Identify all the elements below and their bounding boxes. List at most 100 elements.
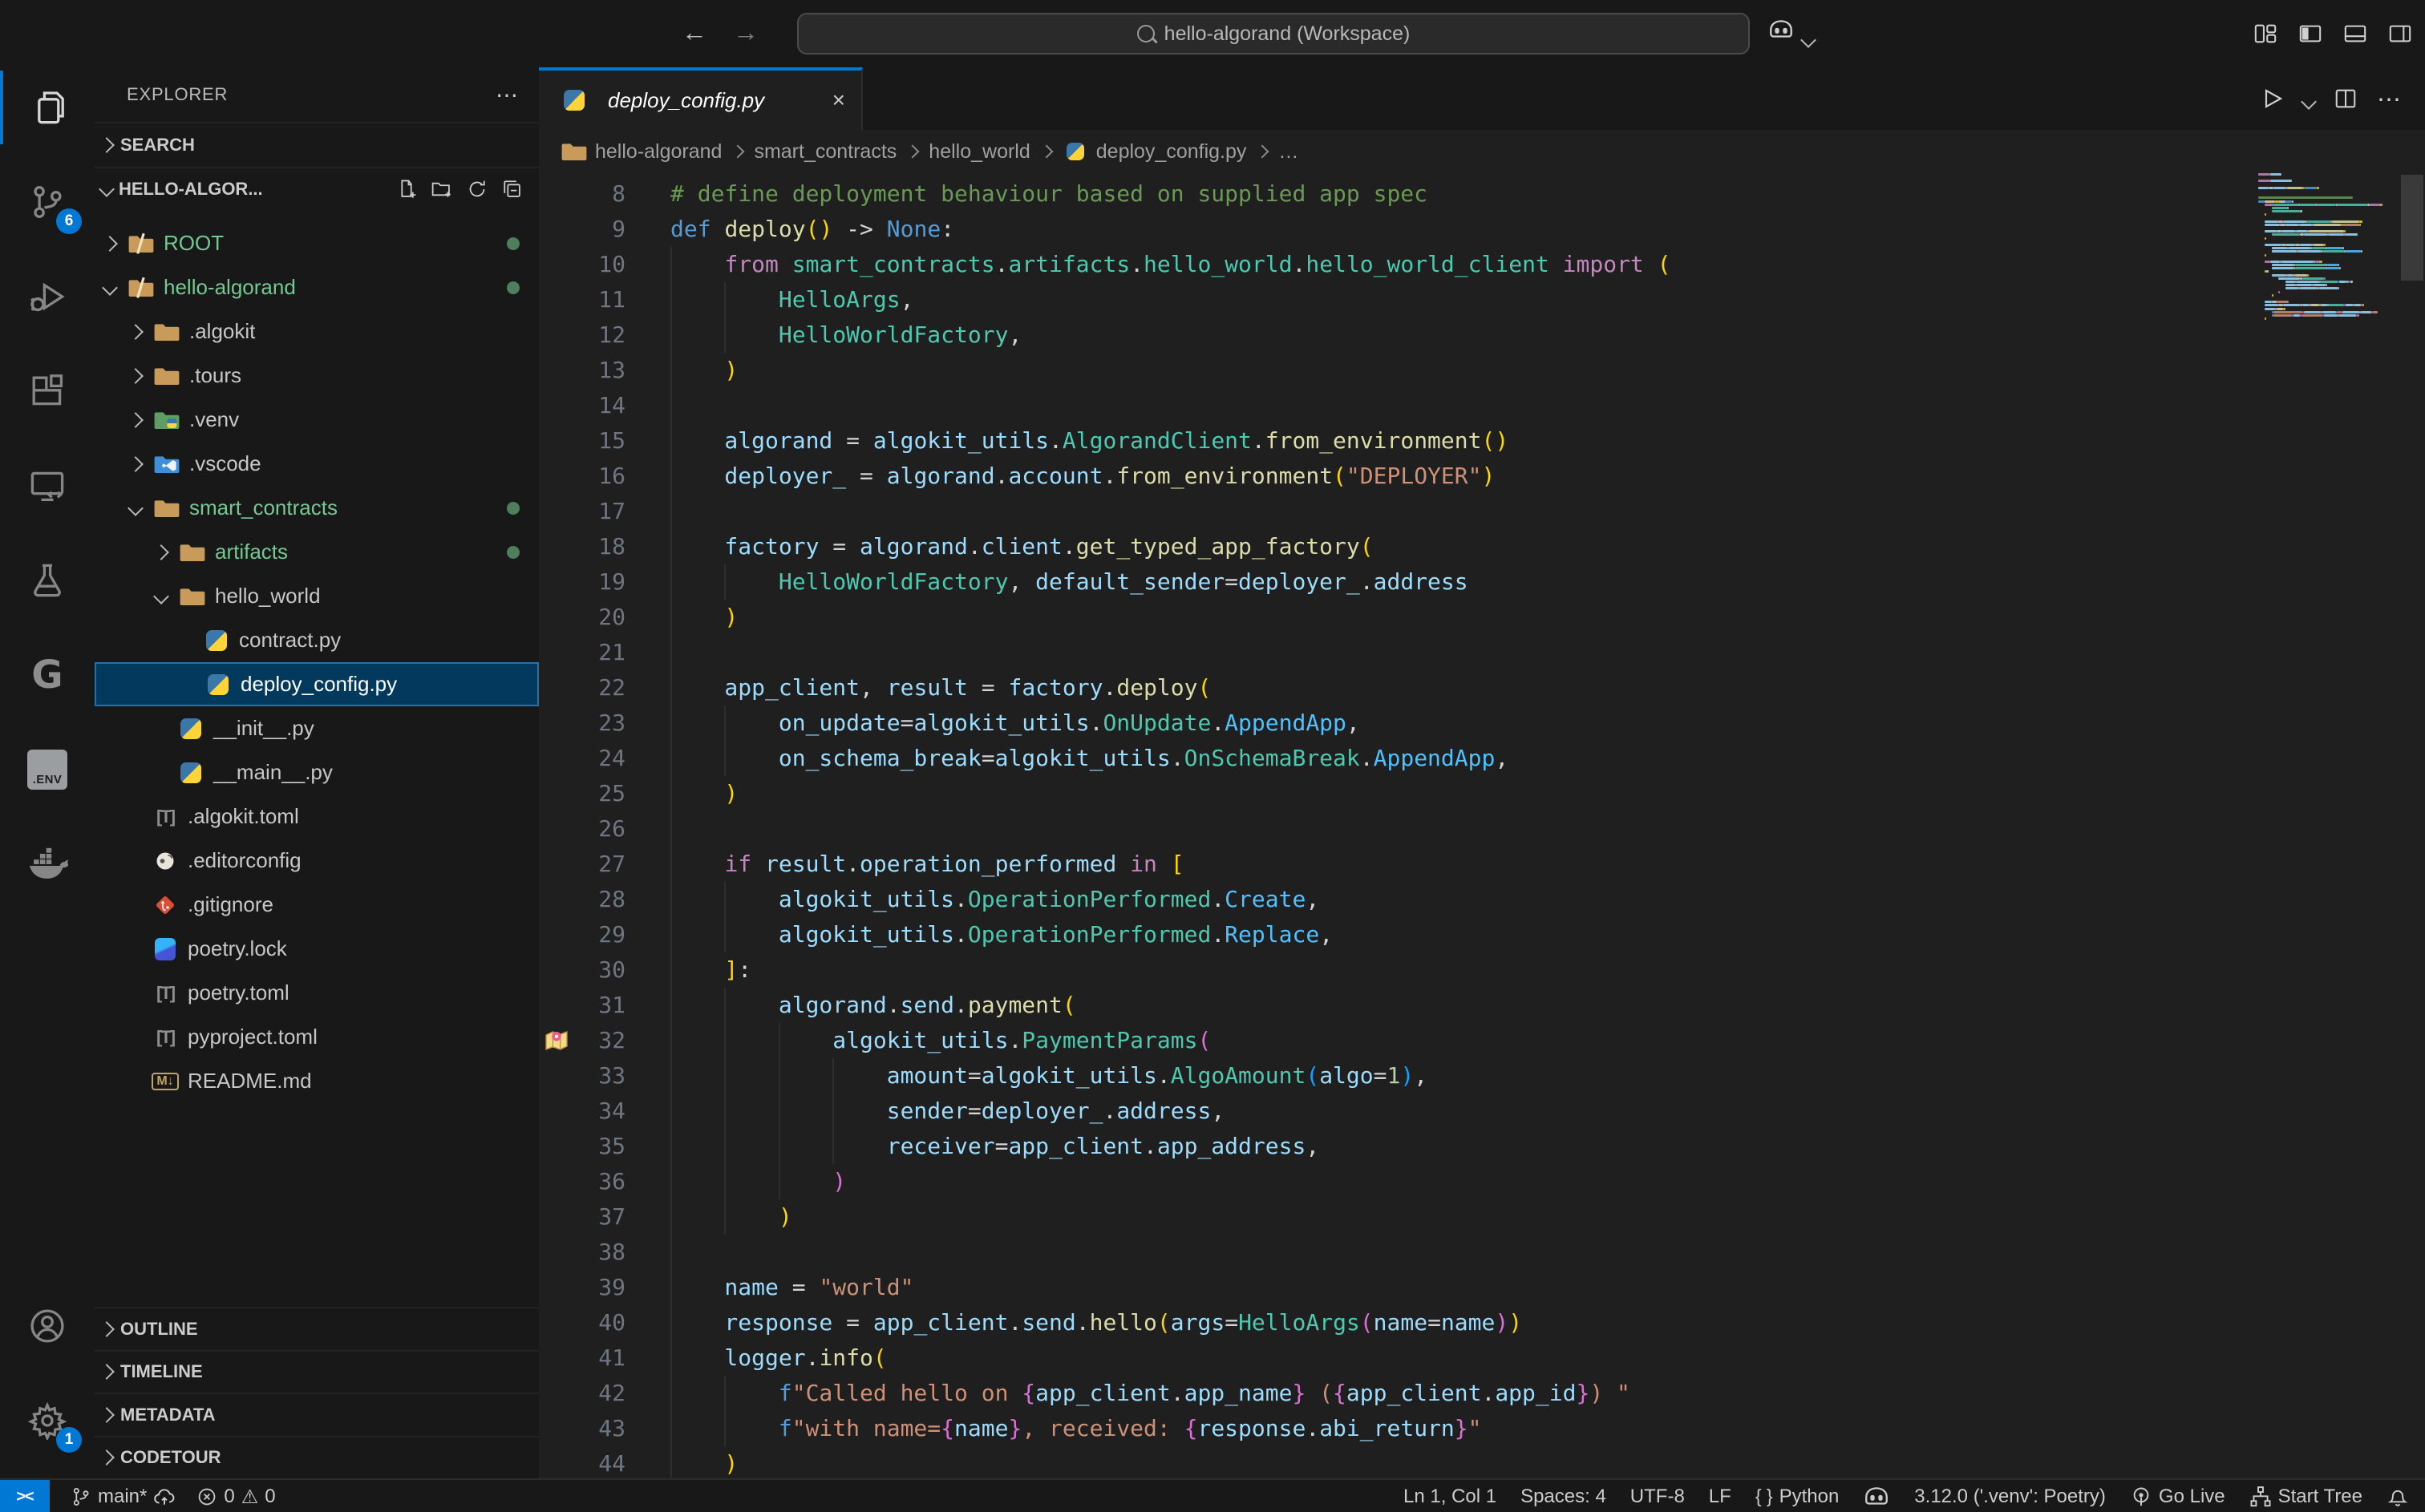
code-line-38[interactable]: 38 [539,1235,2265,1270]
code-line-33[interactable]: 33 amount=algokit_utils.AlgoAmount(algo=… [539,1058,2265,1094]
code-line-27[interactable]: 27 if result.operation_performed in [ [539,847,2265,882]
activity-item-extensions[interactable] [0,351,95,431]
refresh-icon[interactable] [467,179,488,200]
code-line-23[interactable]: 23 on_update=algokit_utils.OnUpdate.Appe… [539,705,2265,741]
status-item-copilot-status[interactable] [1863,1483,1890,1510]
collapse-all-icon[interactable] [502,179,523,200]
code-line-12[interactable]: 12 HelloWorldFactory, [539,317,2265,353]
copilot-dropdown-icon[interactable] [1803,22,1814,52]
status-item-cursor-position[interactable]: Ln 1, Col 1 [1403,1486,1496,1508]
activity-item-docker[interactable] [0,824,95,904]
code-line-25[interactable]: 25 ) [539,776,2265,811]
status-item-language-mode[interactable]: { }Python [1755,1486,1839,1508]
sidebar-section-outline[interactable]: OUTLINE [95,1307,539,1350]
run-python-file-icon[interactable] [2258,86,2284,111]
sidebar-section-timeline[interactable]: TIMELINE [95,1350,539,1393]
code-line-44[interactable]: 44 ) [539,1446,2265,1478]
code-line-32[interactable]: 32 algokit_utils.PaymentParams( [539,1023,2265,1058]
code-line-10[interactable]: 10 from smart_contracts.artifacts.hello_… [539,247,2265,282]
code-line-30[interactable]: 30 ]: [539,952,2265,988]
problems-item[interactable]: 0 ⚠ 0 [196,1486,275,1508]
status-item-eol[interactable]: LF [1709,1486,1731,1508]
explorer-more-actions-icon[interactable]: ⋯ [496,82,520,108]
code-line-15[interactable]: 15 algorand = algokit_utils.AlgorandClie… [539,423,2265,459]
code-line-35[interactable]: 35 receiver=app_client.app_address, [539,1129,2265,1164]
git-branch-item[interactable]: main* [71,1486,176,1508]
editor-scrollbar[interactable] [2401,175,2423,281]
tab-deploy-config[interactable]: deploy_config.py × [539,67,863,130]
code-line-8[interactable]: 8# define deployment behaviour based on … [539,176,2265,212]
breadcrumb-item[interactable]: smart_contracts [754,140,897,164]
toggle-primary-sidebar-icon[interactable] [2298,22,2322,46]
remote-indicator[interactable]: >< [0,1480,50,1512]
back-icon[interactable]: ← [682,18,707,46]
tree-item-root[interactable]: ROOT [95,221,539,265]
activity-item-accounts[interactable] [0,1286,95,1366]
code-line-39[interactable]: 39 name = "world" [539,1270,2265,1305]
status-item-start-tree[interactable]: Start Tree [2249,1486,2362,1508]
code-line-11[interactable]: 11 HelloArgs, [539,282,2265,317]
command-center-search[interactable]: hello-algorand (Workspace) [797,13,1750,55]
code-line-36[interactable]: 36 ) [539,1164,2265,1199]
code-line-17[interactable]: 17 [539,494,2265,529]
code-line-41[interactable]: 41 logger.info( [539,1340,2265,1376]
code-line-9[interactable]: 9def deploy() -> None: [539,212,2265,247]
workspace-section-header[interactable]: HELLO-ALGOR... [95,168,539,210]
tree-item-gitignore[interactable]: .gitignore [95,883,539,927]
tree-item-contract-py[interactable]: contract.py [95,618,539,662]
status-item-indentation[interactable]: Spaces: 4 [1520,1486,1606,1508]
tree-item-smart-contracts[interactable]: smart_contracts [95,486,539,530]
tree-item-artifacts[interactable]: artifacts [95,530,539,574]
new-file-icon[interactable] [396,179,417,200]
code-line-22[interactable]: 22 app_client, result = factory.deploy( [539,670,2265,705]
more-actions-icon[interactable]: ⋯ [2377,84,2403,114]
tree-item-poetry-lock[interactable]: poetry.lock [95,927,539,971]
status-item-go-live[interactable]: Go Live [2130,1486,2225,1508]
tree-item-vscode[interactable]: .vscode [95,442,539,486]
sidebar-section-codetour[interactable]: CODETOUR [95,1436,539,1479]
code-line-31[interactable]: 31 algorand.send.payment( [539,988,2265,1023]
tree-item-hello-world[interactable]: hello_world [95,574,539,618]
code-line-13[interactable]: 13 ) [539,353,2265,388]
toggle-panel-icon[interactable] [2343,22,2367,46]
toggle-secondary-sidebar-icon[interactable] [2388,22,2412,46]
code-line-20[interactable]: 20 ) [539,600,2265,635]
forward-icon[interactable]: → [733,18,759,46]
tree-item-deploy-config-py[interactable]: deploy_config.py [95,662,539,706]
status-item-encoding[interactable]: UTF-8 [1630,1486,1685,1508]
code-line-40[interactable]: 40 response = app_client.send.hello(args… [539,1305,2265,1340]
tree-item-editorconfig[interactable]: .editorconfig [95,839,539,883]
code-line-18[interactable]: 18 factory = algorand.client.get_typed_a… [539,529,2265,564]
code-editor[interactable]: 8# define deployment behaviour based on … [539,173,2425,1478]
copilot-icon[interactable] [1767,16,1795,43]
activity-item-algokit[interactable]: G [0,635,95,715]
breadcrumb-item[interactable]: hello-algorand [561,139,722,164]
close-icon[interactable]: × [832,87,845,113]
breadcrumb-item[interactable]: deploy_config.py [1063,139,1247,164]
code-line-21[interactable]: 21 [539,635,2265,670]
tree-item-main-py[interactable]: __main__.py [95,750,539,794]
customize-layout-icon[interactable] [2253,22,2277,46]
code-line-37[interactable]: 37 ) [539,1199,2265,1235]
code-line-14[interactable]: 14 [539,388,2265,423]
sidebar-section-metadata[interactable]: METADATA [95,1393,539,1436]
run-dropdown-icon[interactable] [2303,84,2314,114]
code-line-24[interactable]: 24 on_schema_break=algokit_utils.OnSchem… [539,741,2265,776]
code-line-26[interactable]: 26 [539,811,2265,847]
tree-item-hello-algorand[interactable]: hello-algorand [95,265,539,309]
code-line-29[interactable]: 29 algokit_utils.OperationPerformed.Repl… [539,917,2265,952]
new-folder-icon[interactable] [431,179,452,200]
tree-item-venv[interactable]: .venv [95,398,539,442]
activity-item-source-control[interactable]: 6 [0,162,95,242]
status-item-notifications[interactable] [2387,1486,2409,1508]
code-line-28[interactable]: 28 algokit_utils.OperationPerformed.Crea… [539,882,2265,917]
breadcrumb-item[interactable]: … [1278,140,1298,164]
tree-item-tours[interactable]: .tours [95,354,539,398]
code-line-42[interactable]: 42 f"Called hello on {app_client.app_nam… [539,1376,2265,1411]
tree-item-pyproject-toml[interactable]: [T]pyproject.toml [95,1015,539,1059]
tree-item-algokit-toml[interactable]: [T].algokit.toml [95,794,539,839]
code-line-43[interactable]: 43 f"with name={name}, received: {respon… [539,1411,2265,1446]
activity-item-dotenv[interactable]: .ENV [0,730,95,810]
code-line-19[interactable]: 19 HelloWorldFactory, default_sender=dep… [539,564,2265,600]
activity-item-remote-explorer[interactable] [0,446,95,526]
